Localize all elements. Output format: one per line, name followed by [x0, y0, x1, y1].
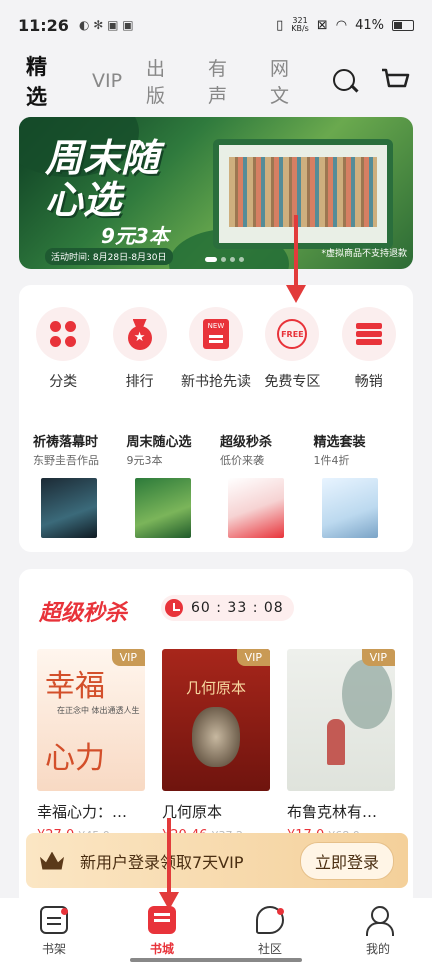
new-book-icon: NEW [202, 319, 229, 349]
countdown-timer: 60 : 33 : 08 [161, 595, 294, 621]
nav-profile[interactable]: 我的 [324, 898, 432, 964]
home-indicator [130, 958, 302, 962]
promo-thumbnail [228, 478, 284, 538]
promo-banner[interactable]: 周末随心选 9元3本 活动时间: 8月28日-8月30日 *虚拟商品不支持退款 [19, 117, 413, 269]
book-card[interactable]: VIP 布鲁克林有… ¥17.0¥68.0 [287, 649, 395, 843]
stack-icon [355, 321, 382, 347]
tab-publish[interactable]: 出版 [146, 54, 184, 108]
bookstore-icon [148, 906, 176, 934]
search-icon[interactable] [332, 68, 358, 94]
category-item-ranking[interactable]: 排行 [102, 307, 178, 391]
bookshelf-icon [40, 906, 68, 934]
signal-icon: ⊠ [316, 17, 328, 33]
banner-price: 9元3本 [101, 224, 169, 248]
promo-item-flash-sale[interactable]: 超级秒杀 低价来袭 [216, 431, 310, 538]
battery-percent: 41% [355, 17, 384, 33]
profile-icon [364, 906, 394, 936]
promo-item-prayer[interactable]: 祈祷落幕时 东野圭吾作品 [29, 431, 123, 538]
status-right: ▯ 321 KB/s ⊠ ◠ 41% [276, 17, 414, 33]
category-item-classify[interactable]: 分类 [25, 307, 101, 391]
crown-icon [40, 851, 64, 870]
status-bar: 11:26 ◐ ✻ ▣ ▣ ▯ 321 KB/s ⊠ ◠ 41% [0, 0, 432, 50]
tab-vip[interactable]: VIP [92, 70, 122, 92]
status-time: 11:26 [18, 15, 69, 35]
book-title: 布鲁克林有… [287, 803, 378, 821]
vip-badge: VIP [361, 649, 395, 666]
login-promo-banner: 新用户登录领取7天VIP 立即登录 [26, 833, 408, 888]
vibrate-icon: ▯ [276, 17, 284, 33]
battery-icon [392, 19, 414, 31]
banner-note: *虚拟商品不支持退款 [321, 249, 407, 259]
book-title: 幸福心力：… [37, 803, 128, 821]
book-cover: 幸福 在正念中 体出通透人生 心力 VIP [37, 649, 145, 791]
promo-thumbnail [134, 478, 191, 538]
banner-headline: 周末随心选 [45, 136, 160, 222]
community-icon [256, 906, 284, 934]
nav-community[interactable]: 社区 [216, 898, 324, 964]
book-card[interactable]: 幸福 在正念中 体出通透人生 心力 VIP 幸福心力：… ¥27.0¥45.0 [37, 649, 145, 843]
banner-pager [205, 257, 244, 262]
nav-bookshelf[interactable]: 书架 [0, 898, 108, 964]
vip-badge: VIP [236, 649, 270, 666]
category-item-bestseller[interactable]: 畅销 [331, 307, 407, 391]
top-nav: 精选 VIP 出版 有声 网文 [0, 54, 432, 109]
banner-period: 活动时间: 8月28日-8月30日 [45, 248, 173, 265]
grid-icon [50, 321, 77, 347]
promo-thumbnail [321, 478, 378, 538]
category-item-new-books[interactable]: NEW 新书抢先读 [178, 307, 254, 391]
category-card: 分类 排行 NEW 新书抢先读 FREE 免费专区 畅销 祈祷落幕时 东野圭吾作… [19, 285, 413, 552]
notification-icons: ◐ ✻ ▣ ▣ [78, 18, 134, 32]
network-speed: 321 KB/s [291, 16, 309, 33]
promo-item-bundle[interactable]: 精选套装 1件4折 [310, 431, 404, 538]
clock-icon [165, 599, 183, 617]
annotation-arrow-down [159, 818, 179, 910]
login-button[interactable]: 立即登录 [299, 841, 394, 880]
bottom-nav: 书架 书城 社区 我的 [0, 898, 432, 964]
promo-thumbnail [41, 478, 97, 538]
book-card[interactable]: 几何原本 VIP 几何原本 ¥20.46¥37.2 [162, 649, 270, 843]
promo-item-weekend[interactable]: 周末随心选 9元3本 [123, 431, 217, 538]
cart-icon[interactable] [380, 67, 410, 95]
flash-sale-title: 超级秒杀 [39, 601, 128, 626]
annotation-arrow-down [286, 215, 306, 303]
medal-icon [127, 319, 153, 350]
tab-webnovel[interactable]: 网文 [270, 54, 308, 108]
tab-featured[interactable]: 精选 [26, 51, 68, 111]
vip-badge: VIP [111, 649, 145, 666]
free-icon: FREE [277, 319, 308, 349]
tab-audio[interactable]: 有声 [208, 54, 246, 108]
category-item-free[interactable]: FREE 免费专区 [254, 307, 330, 391]
book-cover: 几何原本 VIP [162, 649, 270, 791]
wifi-icon: ◠ [335, 17, 348, 33]
book-cover: VIP [287, 649, 395, 791]
